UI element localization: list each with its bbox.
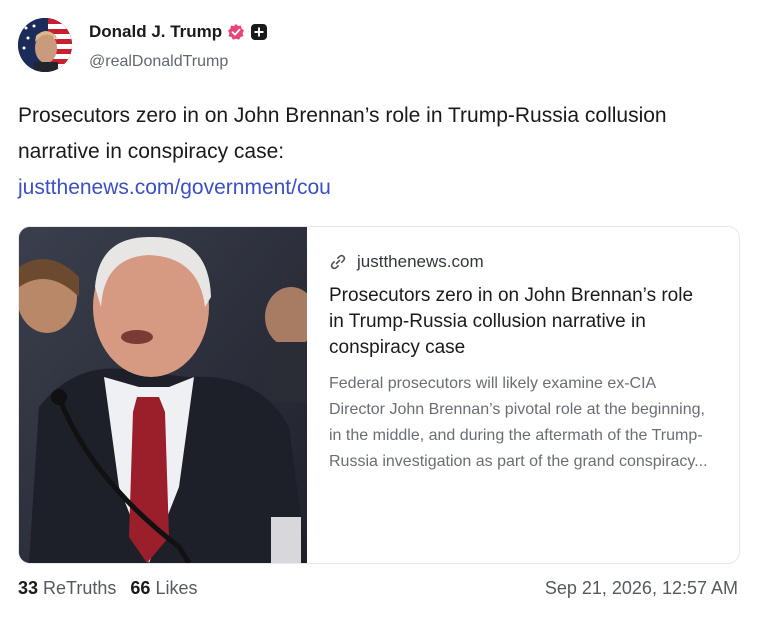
link-card-title[interactable]: Prosecutors zero in on John Brennan’s ro… xyxy=(329,283,709,361)
likes-label: Likes xyxy=(155,578,198,598)
author-handle[interactable]: @realDonaldTrump xyxy=(89,53,228,71)
verified-badge-icon xyxy=(227,23,245,41)
link-card-body: justthenews.com Prosecutors zero in on J… xyxy=(329,249,709,475)
likes-stat[interactable]: 66 Likes xyxy=(130,578,197,599)
post-text: Prosecutors zero in on John Brennan’s ro… xyxy=(18,104,667,163)
truth-post: Donald J. Trump @realDonaldTrump Prosecu… xyxy=(0,0,760,625)
retruths-label: ReTruths xyxy=(43,578,117,598)
author-name-row: Donald J. Trump xyxy=(89,22,268,42)
author-avatar[interactable] xyxy=(18,18,72,72)
retruths-stat[interactable]: 33 ReTruths xyxy=(18,578,116,599)
post-link[interactable]: justthenews.com/government/cou xyxy=(18,170,708,206)
author-display-name[interactable]: Donald J. Trump xyxy=(89,22,222,42)
link-card-domain: justthenews.com xyxy=(357,252,484,271)
retruths-count: 33 xyxy=(18,578,39,598)
avatar-flag-portrait-icon xyxy=(18,18,72,72)
news-photo-illustration xyxy=(19,227,317,563)
post-body: Prosecutors zero in on John Brennan’s ro… xyxy=(18,98,708,206)
likes-count: 66 xyxy=(130,578,151,598)
post-stats: 33 ReTruths 66 Likes xyxy=(18,578,197,599)
link-card-description: Federal prosecutors will likely examine … xyxy=(329,375,708,470)
link-preview-card[interactable]: justthenews.com Prosecutors zero in on J… xyxy=(18,226,740,564)
link-card-domain-row: justthenews.com xyxy=(329,249,709,275)
link-icon xyxy=(329,253,347,271)
news-photo xyxy=(19,227,317,563)
plus-icon xyxy=(250,23,268,41)
post-timestamp[interactable]: Sep 21, 2026, 12:57 AM xyxy=(545,578,738,599)
